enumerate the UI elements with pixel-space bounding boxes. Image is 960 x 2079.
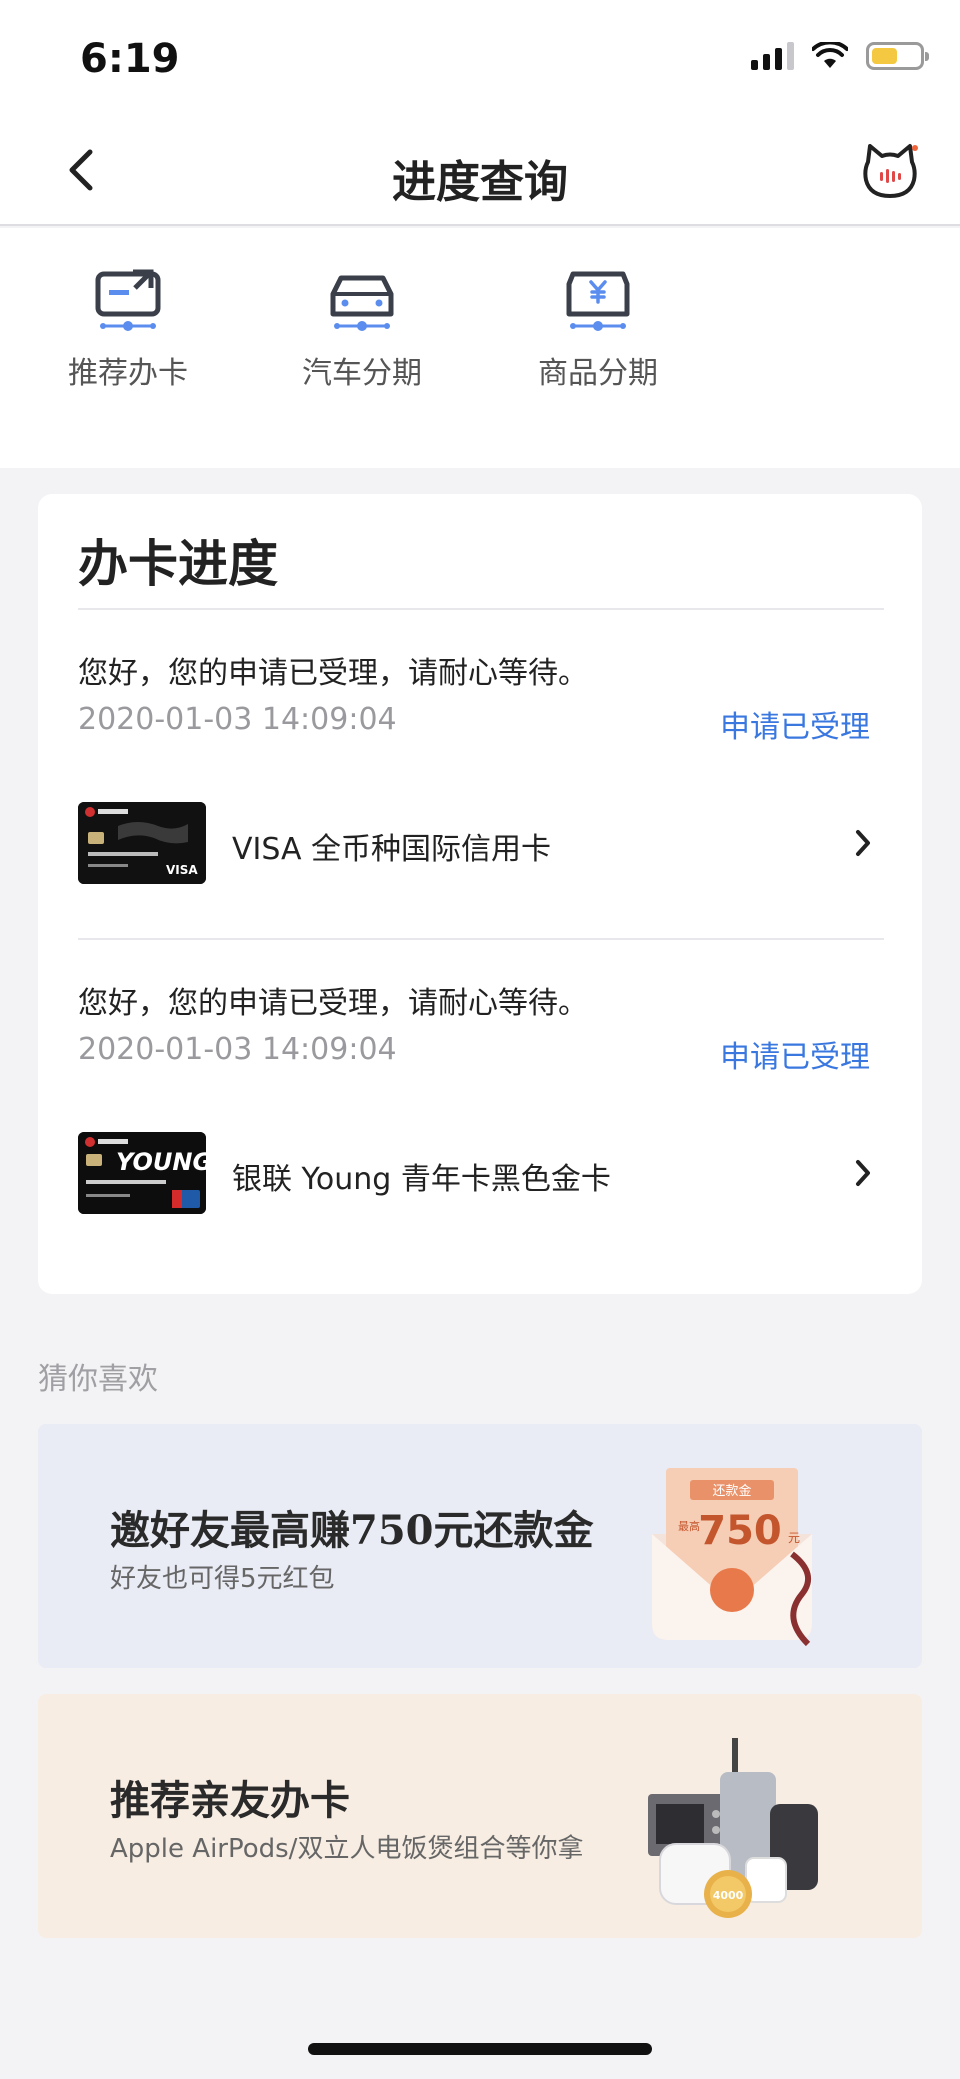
promo-badge-label: 还款金 <box>712 1483 751 1499</box>
visa-card-image: VISA <box>78 802 206 884</box>
goods-installment-icon <box>566 271 630 331</box>
quick-link-recommend-card[interactable]: 推荐办卡 <box>38 268 218 392</box>
quick-link-label: 商品分期 <box>538 356 658 391</box>
prize-products-illustration: 4000 <box>648 1738 818 1918</box>
promo-subtitle: 好友也可得5元红包 <box>110 1564 335 1594</box>
card-progress-panel: 办卡进度 您好，您的申请已受理，请耐心等待。 2020-01-03 14:09:… <box>38 494 922 1294</box>
quick-links: 推荐办卡 汽车分期 商品分期 <box>0 228 960 468</box>
entry-message: 您好，您的申请已受理，请耐心等待。 <box>78 986 588 1021</box>
recommend-card-icon <box>95 269 161 331</box>
entry-status-badge: 申请已受理 <box>720 710 870 745</box>
promo-title: 邀好友最高赚750元还款金 <box>110 1507 594 1554</box>
chevron-right-icon <box>856 830 870 856</box>
progress-entry: 您好，您的申请已受理，请耐心等待。 2020-01-03 14:09:04 申请… <box>78 648 884 978</box>
recommend-section-label: 猜你喜欢 <box>38 1362 158 1397</box>
car-installment-icon <box>330 275 394 331</box>
red-envelope-illustration: 还款金 最高 750 元 <box>652 1468 812 1647</box>
card-product-row[interactable]: VISA VISA 全币种国际信用卡 <box>78 802 884 886</box>
card-product-name: VISA 全币种国际信用卡 <box>232 832 552 867</box>
svg-text:VISA: VISA <box>166 863 198 877</box>
wifi-icon <box>812 42 848 68</box>
card-product-name: 银联 Young 青年卡黑色金卡 <box>232 1162 611 1197</box>
page-title: 进度查询 <box>392 157 568 208</box>
battery-icon <box>866 42 929 70</box>
quick-link-label: 推荐办卡 <box>68 356 188 391</box>
quick-link-label: 汽车分期 <box>302 356 422 391</box>
promo-badge-prefix: 最高 <box>678 1519 700 1533</box>
quick-link-car-installment[interactable]: 汽车分期 <box>272 268 452 392</box>
nav-bar: 进度查询 <box>0 116 960 226</box>
entry-timestamp: 2020-01-03 14:09:04 <box>78 702 397 737</box>
coin-value: 4000 <box>713 1889 744 1902</box>
promo-invite-friends-banner[interactable]: 邀好友最高赚750元还款金 好友也可得5元红包 还款金 最高 750 元 <box>38 1424 922 1668</box>
promo-badge-amount: 750 <box>698 1508 782 1554</box>
svg-text:YOUNG: YOUNG <box>116 1148 206 1176</box>
divider <box>78 608 884 610</box>
divider <box>78 938 884 940</box>
quick-link-goods-installment[interactable]: 商品分期 <box>508 268 688 392</box>
status-time: 6:19 <box>80 36 180 82</box>
cellular-signal-icon <box>751 42 794 70</box>
entry-status-badge: 申请已受理 <box>720 1040 870 1075</box>
promo-subtitle: Apple AirPods/双立人电饭煲组合等你拿 <box>110 1834 584 1864</box>
entry-timestamp: 2020-01-03 14:09:04 <box>78 1032 397 1067</box>
home-indicator[interactable] <box>308 2043 652 2055</box>
promo-title: 推荐亲友办卡 <box>110 1777 350 1824</box>
entry-message: 您好，您的申请已受理，请耐心等待。 <box>78 656 588 691</box>
customer-service-mascot-icon[interactable] <box>860 140 920 200</box>
chevron-right-icon <box>856 1160 870 1186</box>
card-product-row[interactable]: YOUNG 银联 Young 青年卡黑色金卡 <box>78 1132 884 1216</box>
card-progress-title: 办卡进度 <box>78 535 278 593</box>
promo-badge-unit: 元 <box>788 1531 800 1545</box>
promo-recommend-card-banner[interactable]: 推荐亲友办卡 Apple AirPods/双立人电饭煲组合等你拿 4000 <box>38 1694 922 1938</box>
status-bar: 6:19 <box>0 0 960 116</box>
status-icons <box>751 42 929 70</box>
progress-entry: 您好，您的申请已受理，请耐心等待。 2020-01-03 14:09:04 申请… <box>78 978 884 1308</box>
young-card-image: YOUNG <box>78 1132 206 1214</box>
